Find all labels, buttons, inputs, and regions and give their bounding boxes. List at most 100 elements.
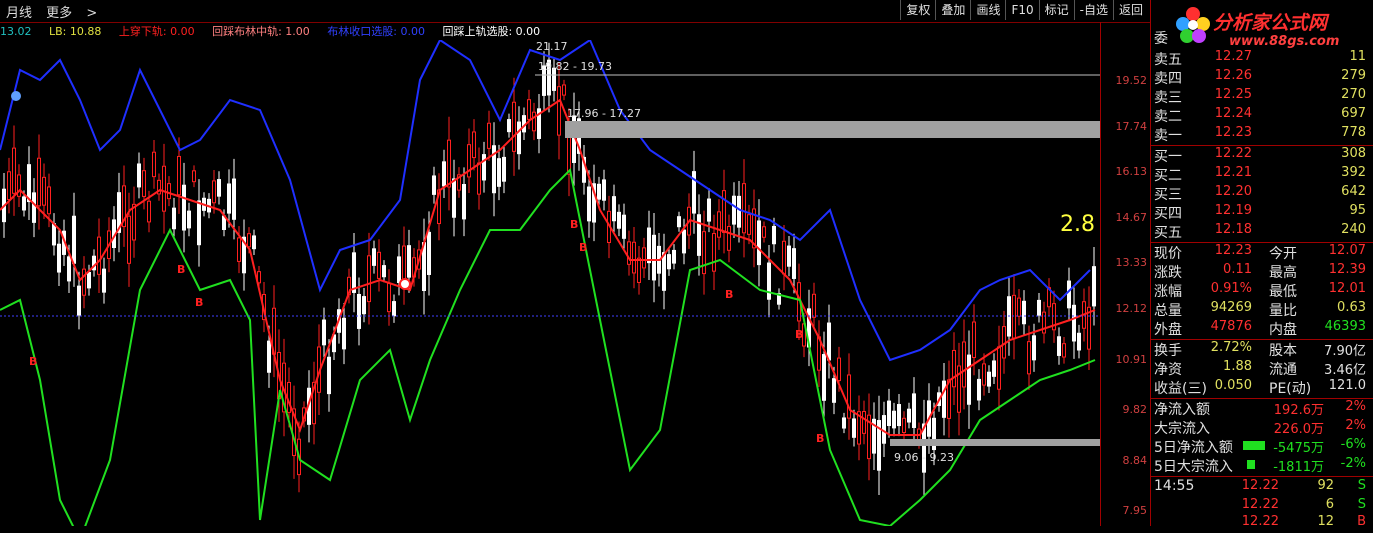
candle-body [1057, 336, 1061, 356]
candle-body [642, 247, 646, 269]
f10-button[interactable]: F10 [1005, 0, 1038, 20]
candle-body [722, 190, 726, 233]
candle-body [482, 154, 486, 181]
candle-body [7, 171, 11, 201]
candle-body [397, 256, 401, 284]
price-axis: 19.52 17.74 16.13 14.67 13.33 12.12 10.9… [1100, 22, 1151, 526]
candle-body [152, 151, 156, 178]
candle-body [942, 380, 946, 418]
quote-value: 12.23 [1214, 243, 1252, 258]
buy-row[interactable]: 买三 12.20 642 [1151, 184, 1373, 203]
candle-body [267, 340, 271, 373]
candle-body [742, 183, 746, 234]
tick-time: 14:55 [1154, 478, 1195, 494]
tick-volume: 6 [1325, 497, 1334, 512]
candle-body [217, 179, 221, 197]
candle-body [632, 241, 636, 274]
fin-value: 1.88 [1223, 359, 1252, 374]
candle-body [767, 262, 771, 300]
candle-body [472, 131, 476, 159]
fin-value: 0.050 [1214, 378, 1252, 393]
sell-price: 12.24 [1214, 106, 1252, 121]
candle-body [982, 363, 986, 386]
buy-row[interactable]: 买一 12.22 308 [1151, 146, 1373, 165]
candle-body [757, 220, 761, 266]
quote-value: 12.01 [1328, 281, 1366, 296]
candle-body [667, 254, 671, 270]
candle-body [237, 237, 241, 262]
buy-volume: 392 [1341, 165, 1366, 180]
flow-pct: 2% [1345, 399, 1366, 414]
more-button[interactable]: 更多 [46, 6, 72, 21]
flow-pct: -2% [1340, 456, 1366, 471]
fin-row: 净资 1.88 流通 3.46亿 [1151, 359, 1373, 378]
period-selector[interactable]: 月线 [6, 6, 32, 21]
quote-label: 今开 [1269, 246, 1297, 262]
sell-row[interactable]: 卖五 12.27 11 [1151, 49, 1373, 68]
quote-value: 12.39 [1328, 262, 1366, 277]
buy-volume: 642 [1341, 184, 1366, 199]
candle-body [787, 245, 791, 267]
candle-body [1012, 294, 1016, 339]
candle-body [967, 354, 971, 405]
candle-body [27, 164, 31, 203]
tick-side: B [1357, 514, 1366, 529]
candle-body [462, 184, 466, 220]
buy-row[interactable]: 买五 12.18 240 [1151, 222, 1373, 241]
buy-row[interactable]: 买二 12.21 392 [1151, 165, 1373, 184]
sell-price: 12.26 [1214, 68, 1252, 83]
quote-row: 涨幅 0.91% 最低 12.01 [1151, 281, 1373, 300]
fin-value: 3.46亿 [1324, 363, 1366, 378]
candle-body [977, 378, 981, 401]
signal-circle-icon [399, 278, 411, 290]
candle-body [897, 404, 901, 427]
fin-row: 换手 2.72% 股本 7.90亿 [1151, 340, 1373, 359]
sell-price: 12.25 [1214, 87, 1252, 102]
legend-mid-pullback: 回踩布林中轨: 1.00 [212, 25, 310, 38]
box2-label: 17.96 - 17.27 [567, 107, 641, 120]
add-watchlist-button[interactable]: -自选 [1073, 0, 1113, 20]
b-signal-label: B [195, 296, 204, 309]
toolbar-buttons: 复权 叠加 画线 F10 标记 -自选 返回 [900, 0, 1148, 20]
legend-upper-pullback: 回踩上轨选股: 0.00 [442, 25, 541, 38]
buy-label: 买三 [1154, 187, 1182, 203]
candle-body [707, 198, 711, 222]
candle-body [357, 293, 361, 329]
candle-body [992, 360, 996, 377]
candle-body [77, 285, 81, 316]
candle-body [132, 203, 136, 241]
candle-body [32, 192, 36, 223]
candle-body [67, 256, 71, 282]
buy-volume: 308 [1341, 146, 1366, 161]
sell-volume: 778 [1341, 125, 1366, 140]
candle-body [1022, 300, 1026, 325]
buy-row[interactable]: 买四 12.19 95 [1151, 203, 1373, 222]
back-button[interactable]: 返回 [1112, 0, 1148, 20]
price-label: 13.33 [1115, 256, 1148, 269]
candle-body [1032, 335, 1036, 361]
sell-row[interactable]: 卖一 12.23 778 [1151, 125, 1373, 144]
candle-body [827, 322, 831, 361]
next-arrow-icon[interactable]: > [86, 6, 97, 21]
sell-row[interactable]: 卖三 12.25 270 [1151, 87, 1373, 106]
candle-body [507, 119, 511, 133]
sell-row[interactable]: 卖二 12.24 697 [1151, 106, 1373, 125]
candle-body [327, 356, 331, 395]
fin-row: 收益(三) 0.050 PE(动) 121.0 [1151, 378, 1373, 397]
candle-body [362, 296, 366, 315]
fuquan-button[interactable]: 复权 [900, 0, 935, 20]
candle-body [737, 195, 741, 228]
sell-label: 卖三 [1154, 90, 1182, 106]
fin-value: 2.72% [1210, 340, 1252, 355]
sell-volume: 270 [1341, 87, 1366, 102]
quote-row: 总量 94269 量比 0.63 [1151, 300, 1373, 319]
overlay-button[interactable]: 叠加 [935, 0, 970, 20]
candle-body [597, 183, 601, 200]
legend-lb: LB: 10.88 [49, 25, 102, 38]
price-label: 16.13 [1115, 165, 1148, 178]
sell-row[interactable]: 卖四 12.26 279 [1151, 68, 1373, 87]
candle-body [527, 99, 531, 120]
draw-line-button[interactable]: 画线 [970, 0, 1005, 20]
b-signal-label: B [177, 263, 186, 276]
mark-button[interactable]: 标记 [1038, 0, 1074, 20]
